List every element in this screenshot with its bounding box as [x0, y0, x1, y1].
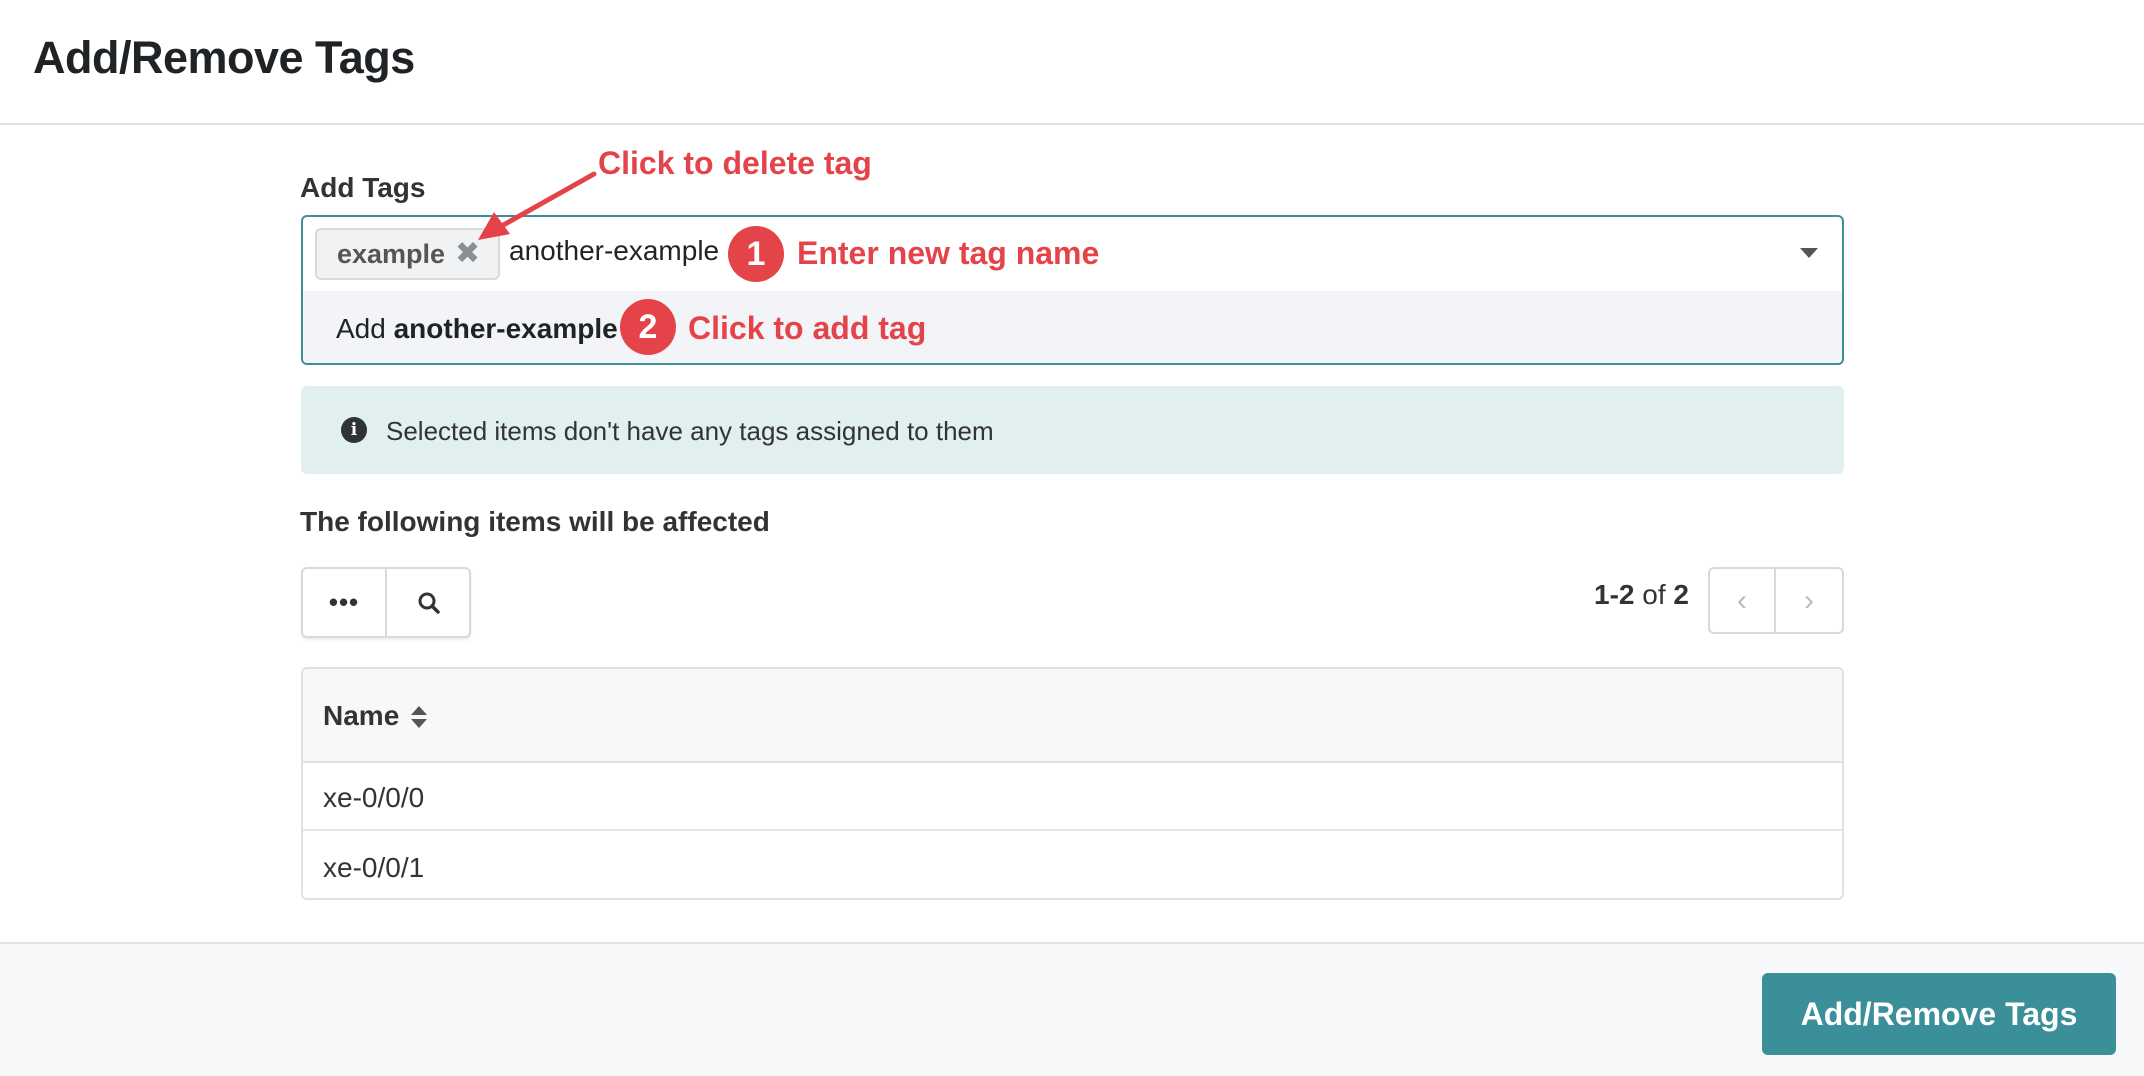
table-header: Name — [303, 669, 1842, 763]
chevron-right-icon: › — [1804, 583, 1814, 617]
more-options-button[interactable]: ••• — [303, 569, 387, 636]
table-row[interactable]: xe-0/0/1 — [303, 833, 1842, 898]
tag-chip-label: example — [337, 238, 446, 269]
annotation-delete-tag: Click to delete tag — [598, 145, 872, 181]
chevron-down-icon[interactable] — [1800, 248, 1818, 258]
table-toolbar: ••• — [301, 567, 471, 638]
pagination-range: 1-2 — [1594, 579, 1635, 610]
cell-name: xe-0/0/0 — [323, 782, 425, 813]
column-header-name[interactable]: Name — [323, 700, 399, 732]
add-tags-label: Add Tags — [300, 172, 426, 203]
table-row[interactable]: xe-0/0/0 — [303, 763, 1842, 831]
modal-footer: Add/Remove Tags — [0, 942, 2144, 1076]
pagination-of: of — [1642, 579, 1666, 610]
chevron-left-icon: ‹ — [1737, 583, 1747, 617]
sort-icon[interactable] — [410, 705, 428, 729]
step-2-badge: 2 — [620, 299, 676, 355]
add-remove-tags-button[interactable]: Add/Remove Tags — [1762, 973, 2116, 1055]
add-tag-option-text: Add another-example — [336, 313, 618, 345]
annotation-step-1: Enter new tag name — [797, 235, 1100, 271]
search-button[interactable] — [387, 569, 471, 636]
affected-items-label: The following items will be affected — [300, 506, 770, 537]
page-title: Add/Remove Tags — [33, 32, 415, 83]
option-prefix: Add — [336, 313, 386, 344]
affected-items-table: Name xe-0/0/0 xe-0/0/1 — [301, 667, 1844, 900]
info-message: Selected items don't have any tags assig… — [386, 416, 994, 446]
annotation-step-2: Click to add tag — [688, 310, 927, 346]
info-alert: i Selected items don't have any tags ass… — [301, 386, 1844, 474]
option-value: another-example — [393, 313, 618, 344]
step-1-badge: 1 — [728, 226, 784, 282]
annotation-arrow-icon — [478, 171, 597, 240]
next-page-button[interactable]: › — [1776, 569, 1842, 632]
pagination-controls: ‹ › — [1708, 567, 1844, 634]
info-icon: i — [341, 417, 367, 443]
cell-name: xe-0/0/1 — [323, 852, 425, 883]
search-icon — [418, 592, 440, 614]
page-header: Add/Remove Tags — [0, 0, 2144, 125]
pagination-summary: 1-2 of 2 — [1594, 579, 1689, 611]
pagination-total: 2 — [1673, 579, 1689, 610]
previous-page-button[interactable]: ‹ — [1710, 569, 1776, 632]
add-tag-option[interactable]: Add another-example — [303, 291, 1842, 363]
